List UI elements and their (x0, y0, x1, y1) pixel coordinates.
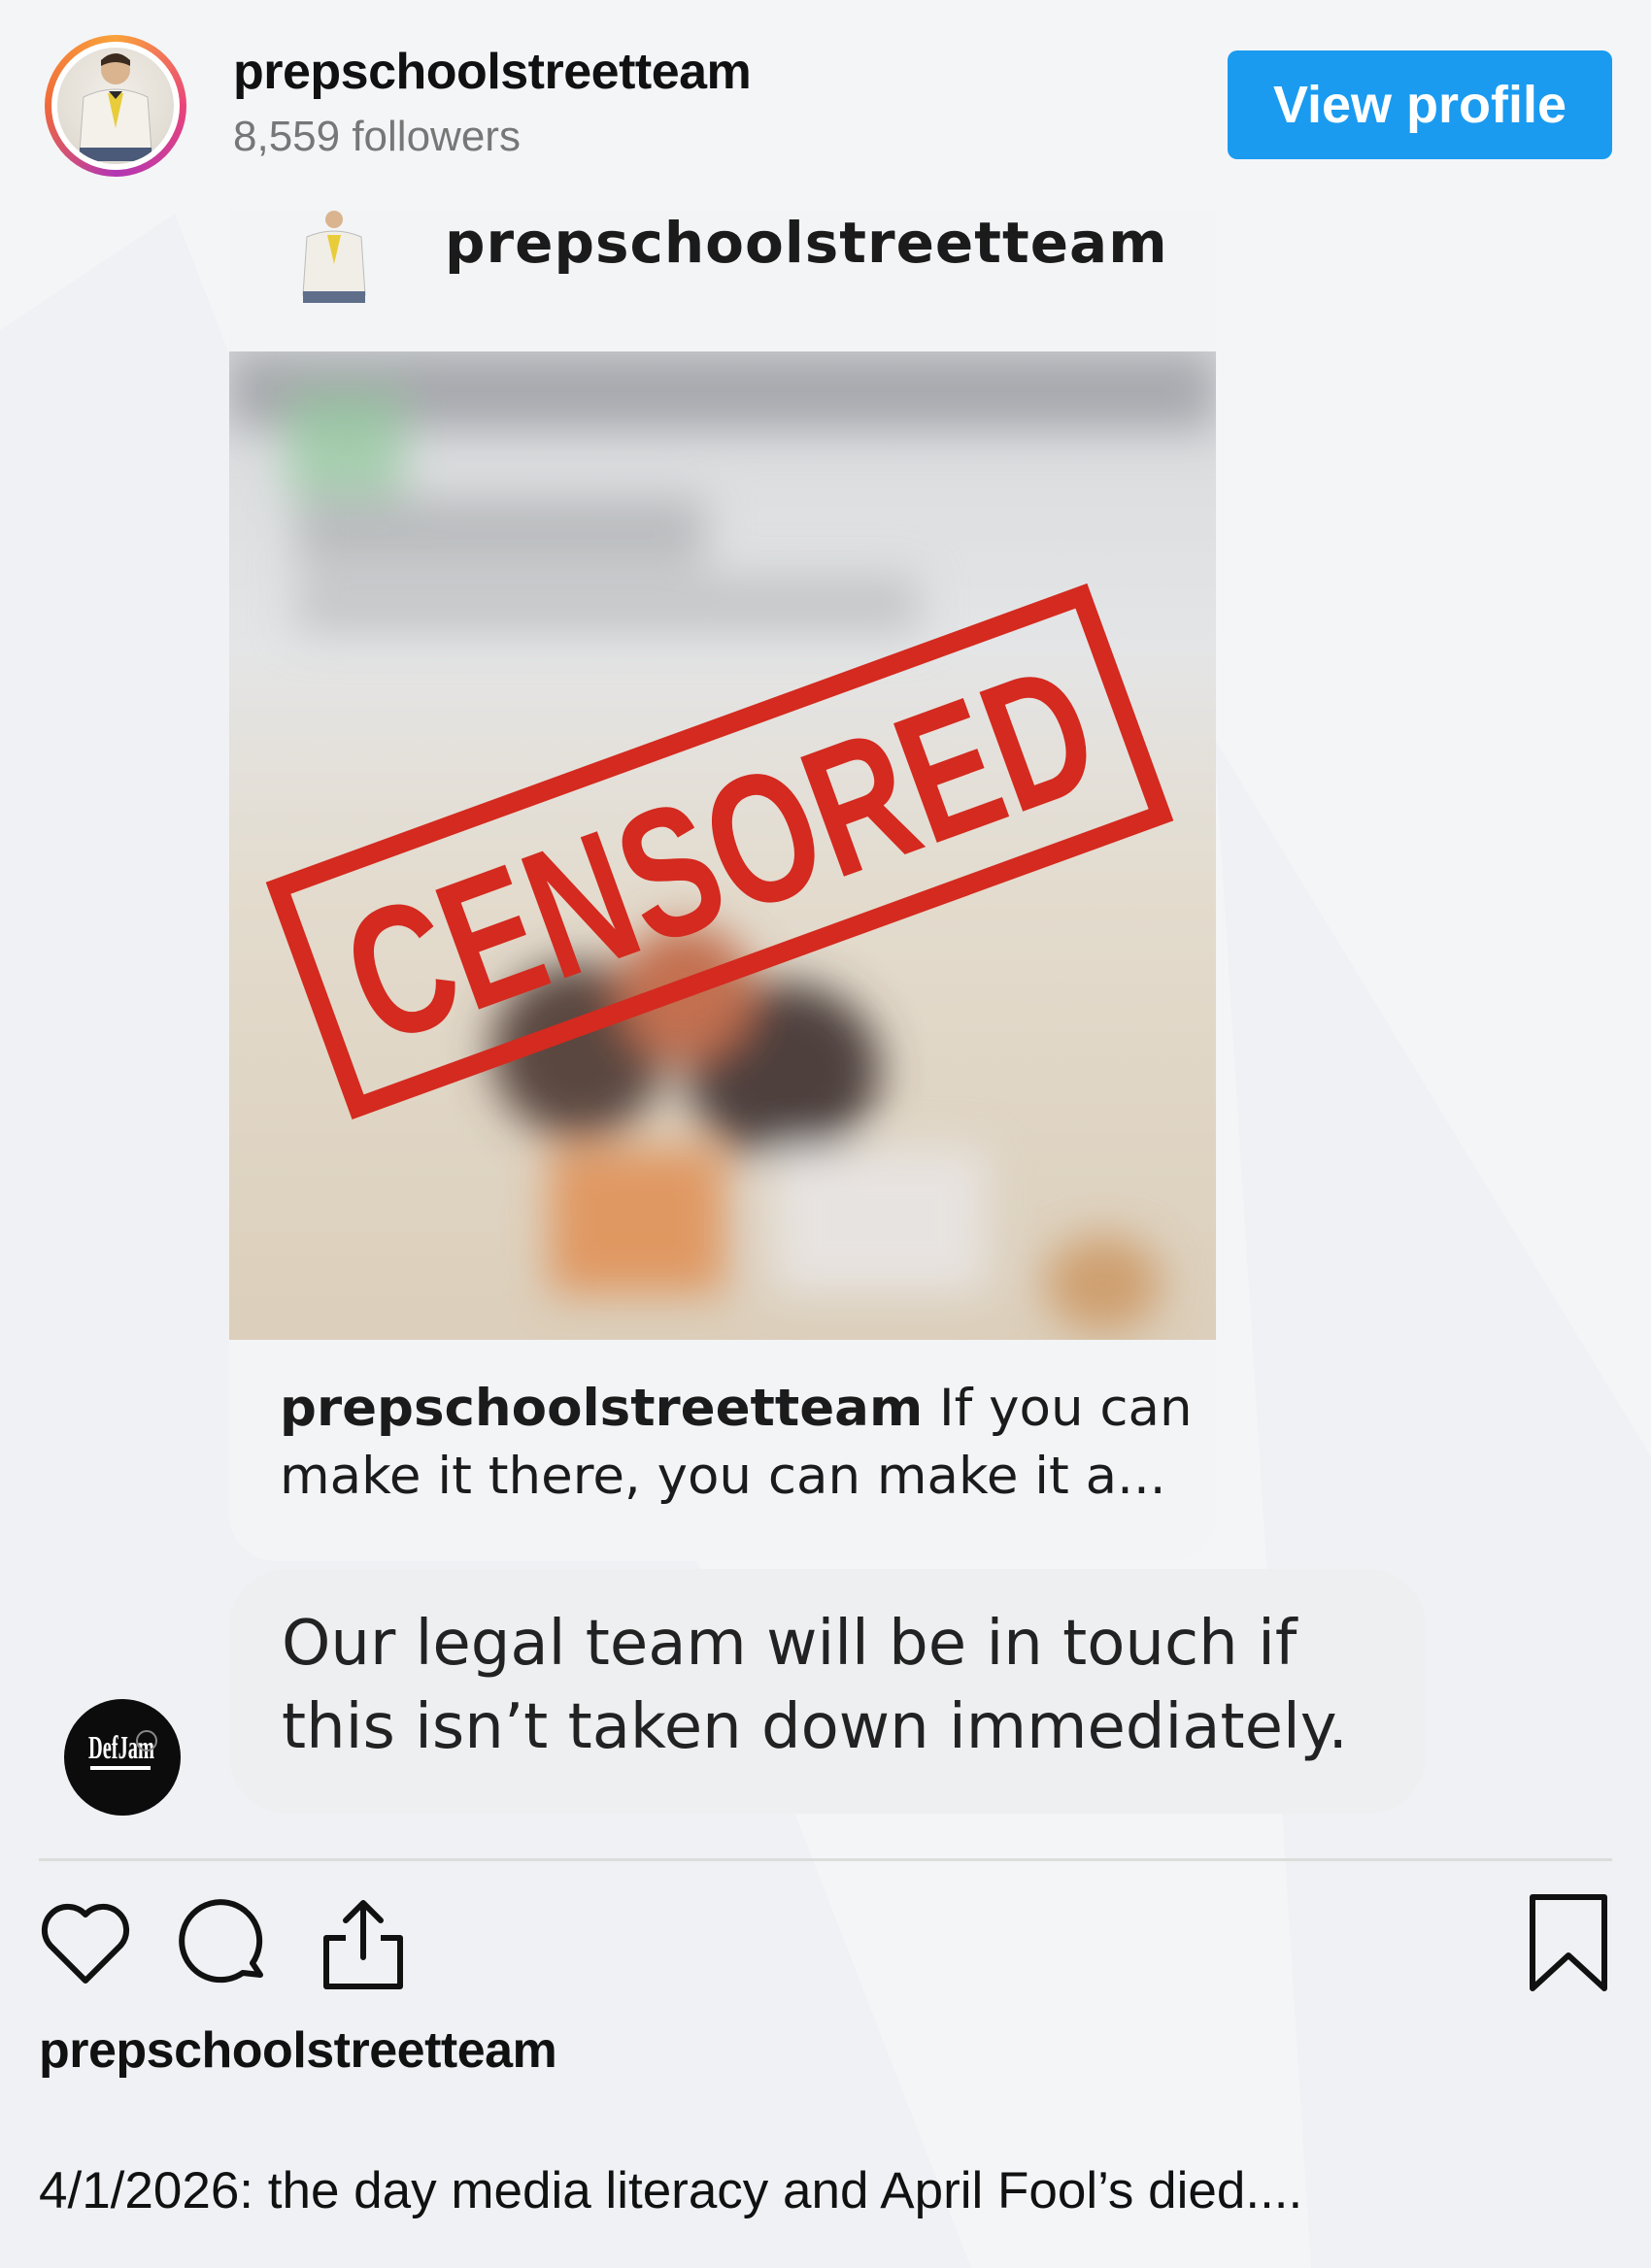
view-profile-button[interactable]: View profile (1228, 50, 1612, 159)
censored-image: CENSORED (229, 351, 1216, 1340)
share-icon[interactable] (313, 1893, 414, 1994)
embedded-username: prepschoolstreetteam (445, 210, 1168, 276)
post-caption: 4/1/2026: the day media literacy and Apr… (39, 2162, 1303, 2219)
follower-count: 8,559 followers (233, 113, 521, 160)
post-header: prepschoolstreetteam 8,559 followers Vie… (0, 0, 1651, 194)
defjam-avatar[interactable]: DefJam (64, 1699, 181, 1816)
profile-avatar[interactable] (45, 35, 186, 177)
heart-icon[interactable] (37, 1895, 134, 1992)
reply-message-bubble: Our legal team will be in touch if this … (229, 1569, 1426, 1814)
stamp-text: CENSORED (320, 624, 1121, 1084)
censored-stamp: CENSORED (265, 583, 1174, 1120)
comment-icon[interactable] (175, 1893, 276, 1994)
defjam-logo: DefJam (88, 1730, 157, 1770)
header-username[interactable]: prepschoolstreetteam (233, 43, 752, 101)
post-username[interactable]: prepschoolstreetteam (39, 2021, 557, 2080)
reply-message-text: Our legal team will be in touch if this … (282, 1608, 1348, 1763)
footer-divider (39, 1858, 1612, 1861)
svg-text:DefJam: DefJam (88, 1730, 154, 1766)
embedded-caption-user: prepschoolstreetteam (280, 1379, 924, 1438)
embedded-post-card: prepschoolstreetteam CENSORED prepschool… (229, 210, 1216, 1561)
embedded-caption: prepschoolstreetteam If you can make it … (280, 1375, 1193, 1511)
avatar-person-image (79, 53, 152, 161)
embedded-post-header: prepschoolstreetteam (229, 210, 1216, 351)
embedded-avatar (302, 211, 366, 303)
post-page: prepschoolstreetteam 8,559 followers Vie… (0, 0, 1651, 2268)
bookmark-icon[interactable] (1525, 1891, 1612, 1994)
